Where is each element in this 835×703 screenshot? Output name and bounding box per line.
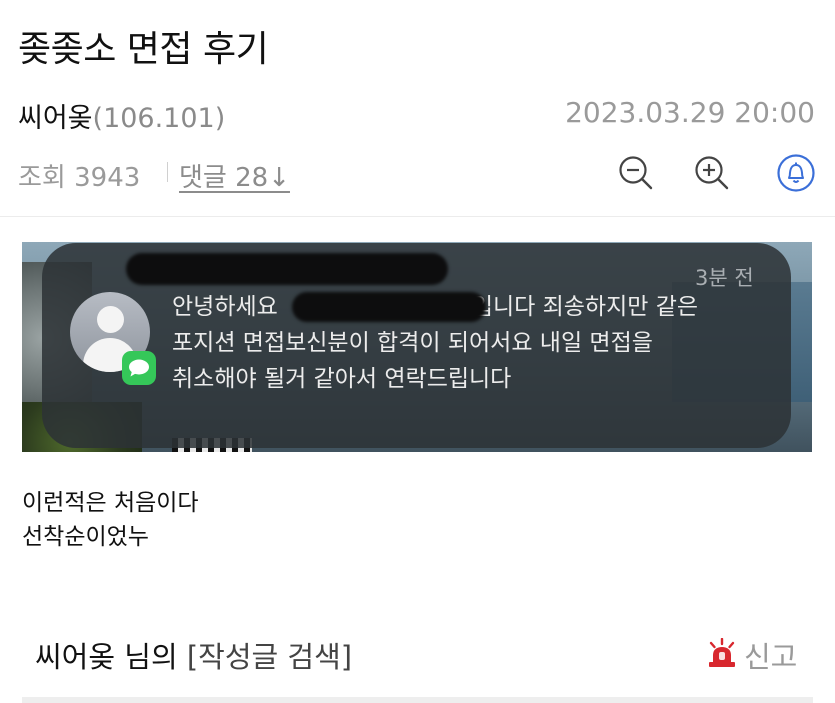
author-name[interactable]: 씨어옺 bbox=[18, 103, 93, 134]
search-posts-link[interactable]: [작성글 검색] bbox=[187, 640, 352, 674]
report-button[interactable]: 신고 bbox=[706, 634, 800, 674]
bottom-divider bbox=[22, 697, 813, 703]
stats-divider bbox=[167, 162, 168, 182]
bell-icon[interactable] bbox=[776, 153, 816, 193]
post-meta: 씨어옺(106.101) 2023.03.29 20:00 bbox=[18, 94, 815, 134]
comments-link[interactable]: 댓글 28↓ bbox=[179, 157, 290, 194]
notification-time: 3분 전 bbox=[695, 266, 754, 290]
messages-icon bbox=[122, 351, 156, 385]
post-datetime: 2023.03.29 20:00 bbox=[565, 96, 815, 129]
view-count: 조회 3943 bbox=[18, 163, 141, 193]
zoom-in-icon[interactable] bbox=[692, 153, 732, 193]
notification-line-1-end: 입니다 죄송하지만 같은 bbox=[471, 294, 699, 320]
notification-line-3: 취소해야 될거 같아서 연락드립니다 bbox=[172, 366, 512, 392]
author-label: 씨어옺 님의 bbox=[35, 640, 178, 674]
zoom-out-icon[interactable] bbox=[616, 153, 656, 193]
redacted-sender bbox=[126, 253, 448, 285]
header-divider bbox=[0, 216, 835, 217]
post-title: 좆좆소 면접 후기 bbox=[18, 29, 269, 70]
author-posts: 씨어옺 님의 [작성글 검색] bbox=[35, 634, 352, 676]
post-stats: 조회 3943 댓글 28↓ bbox=[18, 153, 817, 197]
author[interactable]: 씨어옺(106.101) bbox=[18, 96, 225, 135]
report-label: 신고 bbox=[744, 640, 798, 674]
notification-line-1-start: 안녕하세요 bbox=[172, 294, 278, 320]
post-body: 이런적은 처음이다 선착순이었누 bbox=[22, 486, 199, 554]
post-body-line-1: 이런적은 처음이다 bbox=[22, 490, 199, 516]
redacted-name bbox=[292, 292, 486, 322]
post-body-line-2: 선착순이었누 bbox=[22, 524, 149, 550]
siren-icon bbox=[709, 638, 735, 667]
author-ip: (106.101) bbox=[92, 103, 226, 134]
notification-line-2: 포지션 면접보신분이 합격이 되어서요 내일 면접을 bbox=[172, 330, 653, 356]
author-posts-row: 씨어옺 님의 [작성글 검색] 신고 bbox=[35, 634, 800, 674]
